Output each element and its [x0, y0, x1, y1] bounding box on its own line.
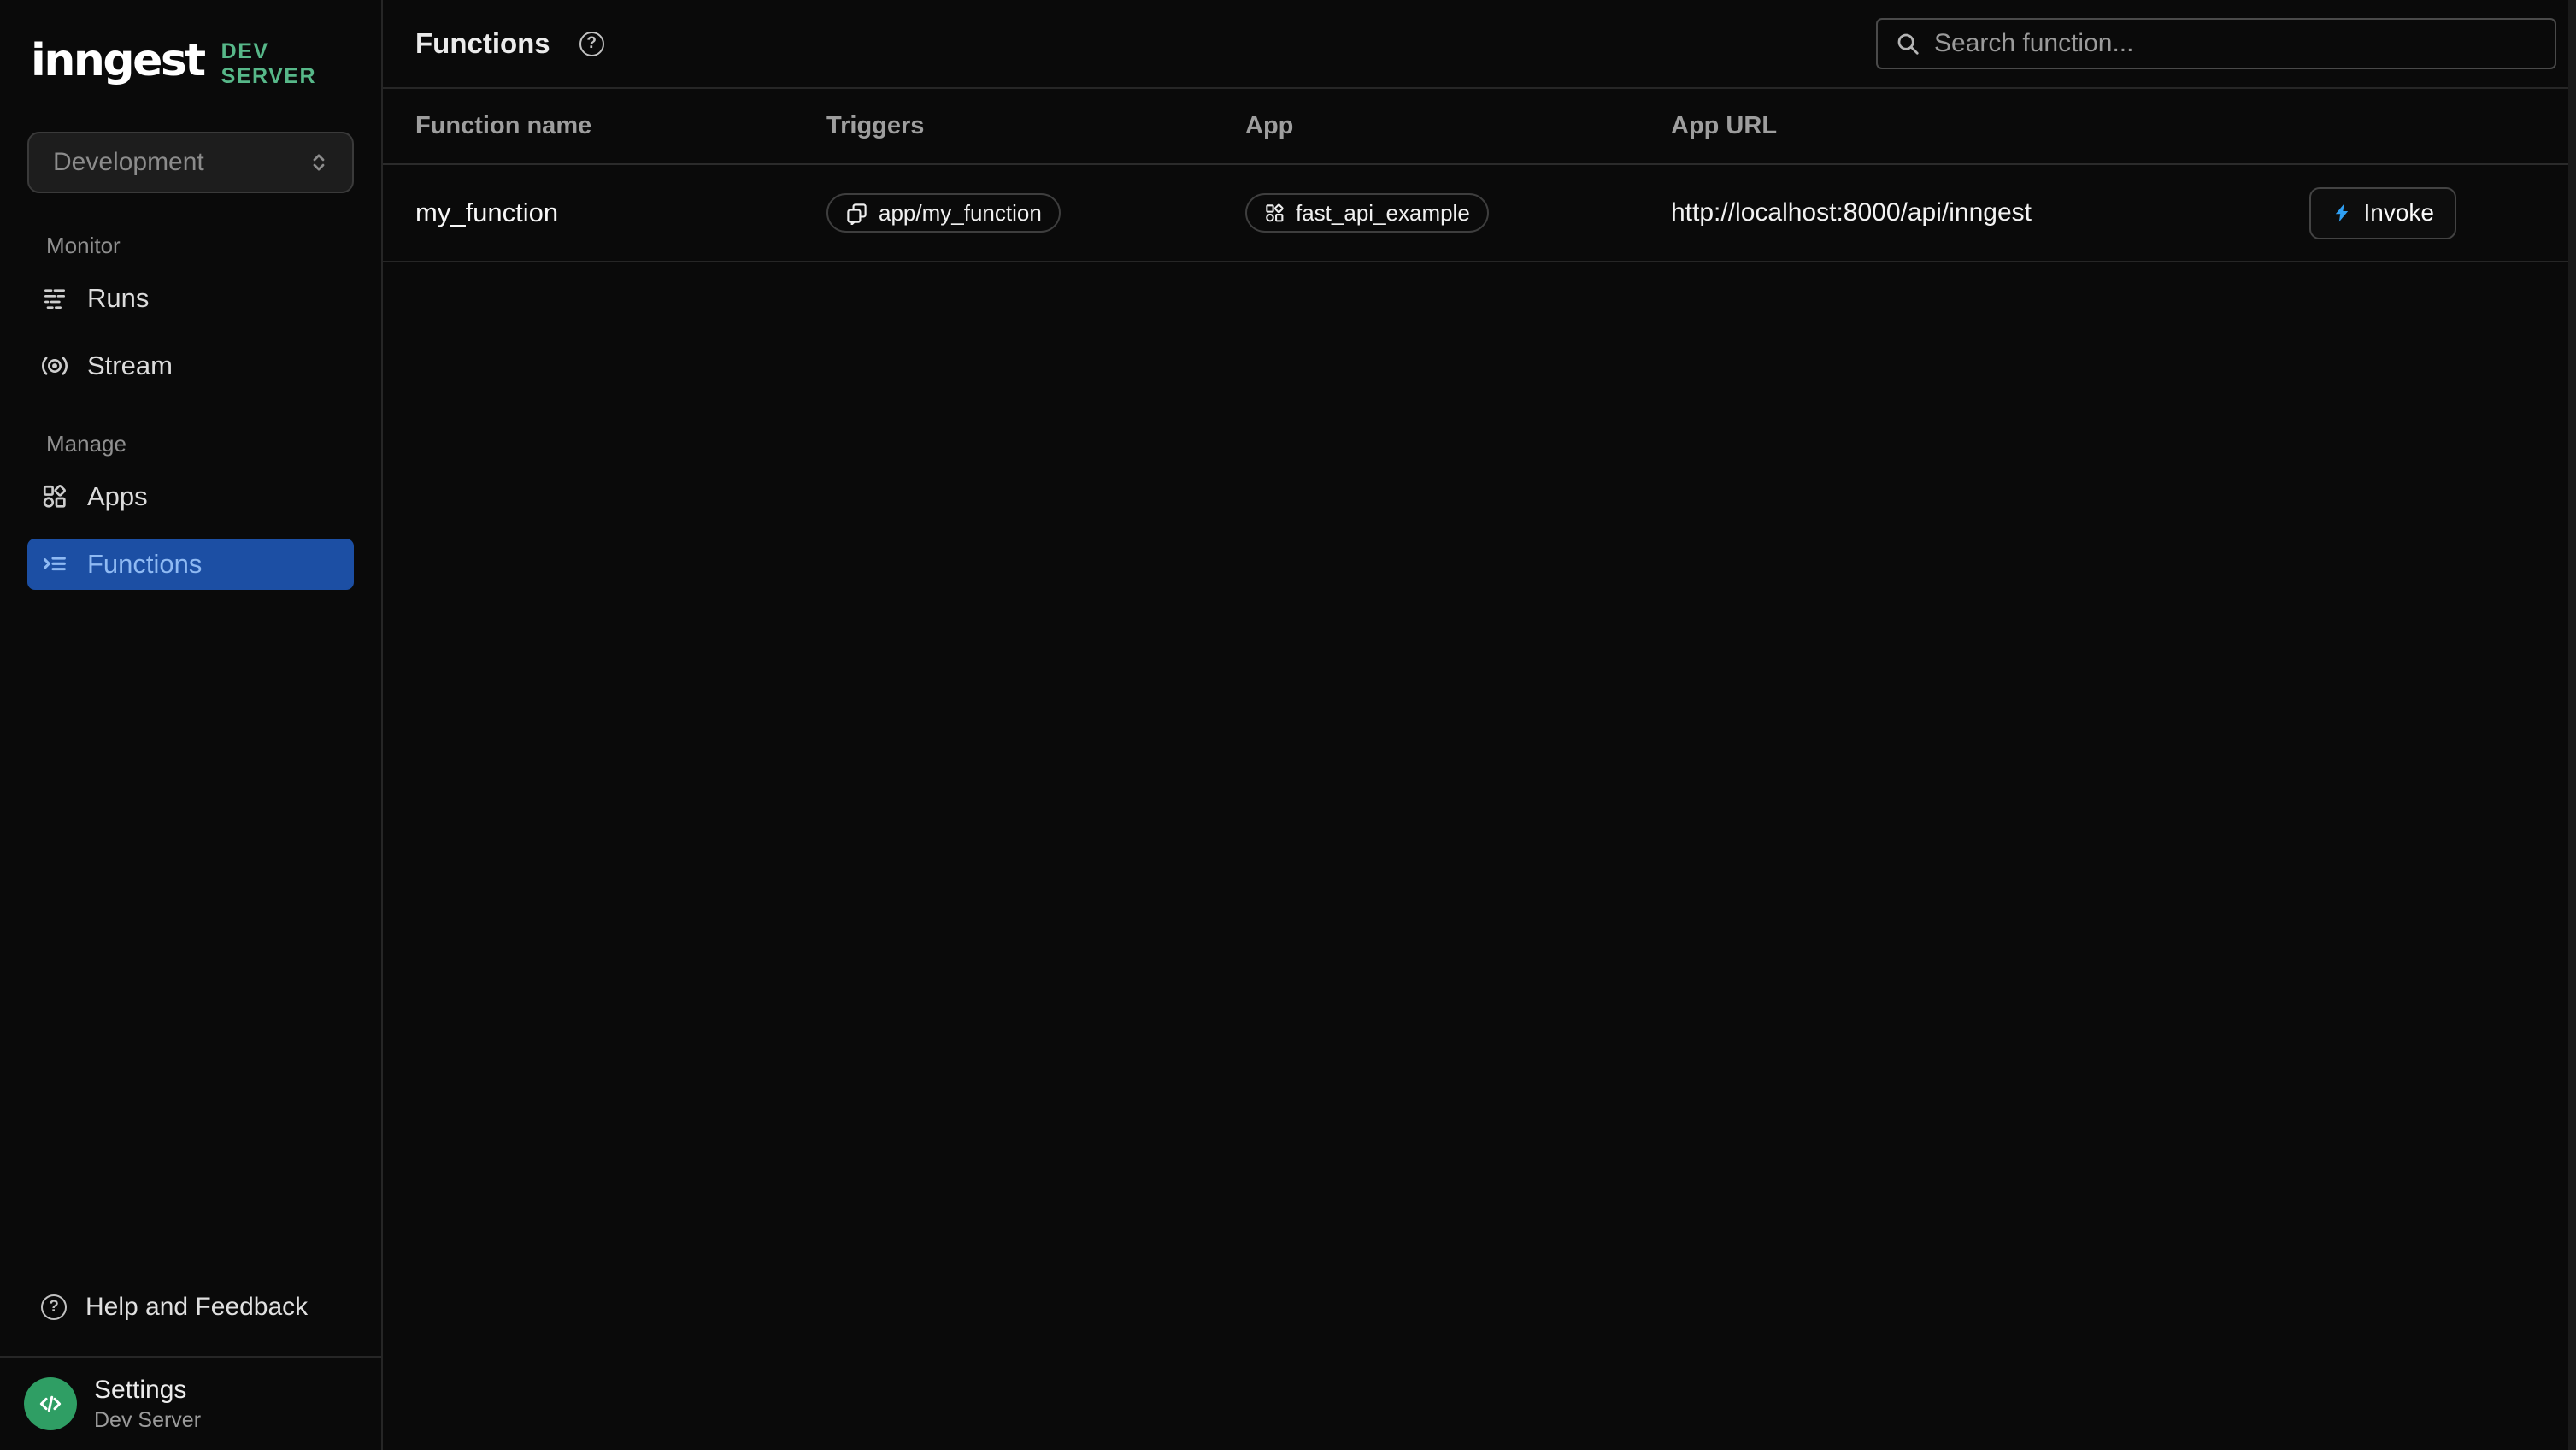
sidebar: inngest DEV SERVER Development Monitor	[0, 0, 383, 1450]
table-header: Function name Triggers App App URL	[383, 89, 2576, 165]
event-icon	[845, 202, 868, 225]
column-header: Triggers	[826, 112, 1245, 140]
apps-icon	[1264, 203, 1285, 224]
sidebar-item-apps[interactable]: Apps	[27, 471, 354, 522]
apps-icon	[41, 483, 68, 510]
sidebar-item-runs[interactable]: Runs	[27, 273, 354, 324]
code-icon	[24, 1377, 77, 1430]
sidebar-item-label: Runs	[87, 283, 149, 314]
env-badge: DEV SERVER	[221, 39, 354, 89]
invoke-button[interactable]: Invoke	[2309, 187, 2457, 239]
app-chip-label: fast_api_example	[1296, 200, 1470, 227]
trigger-chip: app/my_function	[826, 193, 1061, 233]
trigger-chip-label: app/my_function	[879, 200, 1042, 227]
sidebar-item-label: Stream	[87, 351, 173, 381]
bolt-icon	[2332, 203, 2352, 223]
page-help-icon[interactable]: ?	[579, 32, 604, 56]
workspace-select-value: Development	[53, 148, 204, 177]
sidebar-section-manage: Manage	[46, 431, 354, 457]
sidebar-item-functions[interactable]: Functions	[27, 539, 354, 590]
runs-icon	[41, 285, 68, 312]
app-chip: fast_api_example	[1245, 193, 1489, 233]
table-row[interactable]: my_function app/my_function	[383, 165, 2576, 262]
settings-label: Settings	[94, 1376, 201, 1405]
logo: inngest DEV SERVER	[31, 32, 354, 89]
sidebar-item-stream[interactable]: Stream	[27, 340, 354, 392]
settings-button[interactable]: Settings Dev Server	[0, 1356, 381, 1450]
logo-wordmark: inngest	[31, 35, 204, 86]
sidebar-item-label: Apps	[87, 481, 148, 512]
column-header: Function name	[415, 112, 826, 140]
question-circle-icon: ?	[41, 1294, 67, 1320]
app-url: http://localhost:8000/api/inngest	[1671, 198, 2032, 227]
help-and-feedback-link[interactable]: ? Help and Feedback	[41, 1293, 354, 1322]
column-header: App	[1245, 112, 1671, 140]
search-input[interactable]	[1934, 29, 2538, 58]
search-box	[1876, 18, 2556, 69]
sidebar-item-label: Functions	[87, 549, 202, 580]
search-icon	[1895, 31, 1920, 56]
page-title: Functions	[415, 27, 550, 60]
chevron-updown-icon	[306, 150, 332, 175]
main-content: Functions ? Function name Triggers App A…	[383, 0, 2576, 1450]
stream-icon	[41, 352, 68, 380]
help-and-feedback-label: Help and Feedback	[85, 1293, 308, 1322]
column-header: App URL	[1671, 112, 2576, 140]
workspace-select[interactable]: Development	[27, 132, 354, 193]
function-name: my_function	[415, 197, 826, 228]
functions-icon	[41, 551, 68, 578]
scrollbar[interactable]	[2568, 0, 2576, 1450]
settings-subtitle: Dev Server	[94, 1408, 201, 1433]
invoke-button-label: Invoke	[2364, 199, 2435, 227]
topbar: Functions ?	[383, 0, 2576, 89]
sidebar-section-monitor: Monitor	[46, 233, 354, 259]
